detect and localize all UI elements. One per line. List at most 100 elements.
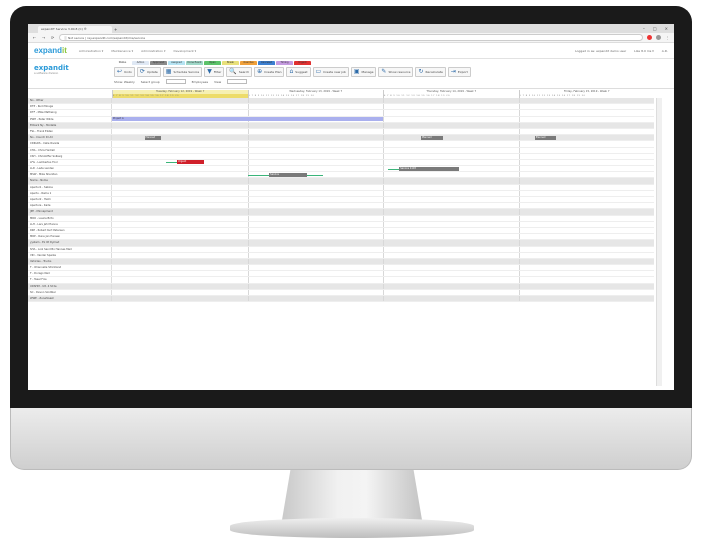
toolbar-button[interactable]: ✎ Show resource xyxy=(378,67,414,77)
timeline-cell[interactable] xyxy=(112,141,654,147)
user-setting[interactable]: Like 8.0 ms ▾ xyxy=(634,49,654,53)
resource-label: ECbark Ny - Modelle xyxy=(28,122,112,128)
timeline-cell[interactable] xyxy=(112,227,654,234)
status-tab[interactable]: Action xyxy=(132,61,149,65)
maximize-icon[interactable]: □ xyxy=(653,25,657,33)
profile-icon[interactable] xyxy=(656,35,661,40)
resource-rows: No - Other DTP - Rudi Mouga DTF - Mike Mat… xyxy=(28,98,654,303)
status-tab[interactable]: Open xyxy=(204,61,221,65)
timeline-cell[interactable] xyxy=(112,209,654,215)
day-divider xyxy=(247,104,249,110)
view-select[interactable]: View xyxy=(214,80,221,84)
timeline-cell[interactable] xyxy=(112,178,654,184)
toolbar-button[interactable]: 🔍 Search xyxy=(226,67,253,77)
resource-label: LFG - Lambertus Fool xyxy=(28,159,112,166)
timeline-cell[interactable] xyxy=(112,122,654,128)
timeline-cell[interactable] xyxy=(112,203,654,209)
day-divider xyxy=(247,184,249,190)
timeline-cell[interactable] xyxy=(112,277,654,283)
toolbar-button[interactable]: ↩ Undo xyxy=(114,67,135,77)
timeline-cell[interactable]: Service 4103 xyxy=(112,166,654,172)
group-select[interactable]: Select group xyxy=(141,80,160,84)
toolbar-button[interactable]: ▦ Schedule Service xyxy=(162,67,203,77)
employees-filter[interactable]: Employees xyxy=(192,80,208,84)
toolbar-button[interactable]: ⟳ Update xyxy=(136,67,161,77)
browser-menu-icon[interactable]: ⋮ xyxy=(665,35,670,40)
close-icon[interactable]: × xyxy=(665,25,668,33)
reload-icon[interactable]: ⟳ xyxy=(50,35,55,40)
toolbar-button[interactable]: ▼ Filter xyxy=(204,67,225,77)
toolbar-button-icon: 🔍 xyxy=(229,68,237,75)
timeline-cell[interactable] xyxy=(112,289,654,295)
timeline-cell[interactable] xyxy=(112,252,654,258)
group-row[interactable]: WWE - Zunahlsast xyxy=(28,296,654,303)
menu-item[interactable]: Development ▾ xyxy=(174,49,197,53)
toolbar-button[interactable]: ▭ Create new job xyxy=(312,67,349,77)
timeline-cell[interactable] xyxy=(112,296,654,302)
timeline-cell[interactable] xyxy=(112,283,654,289)
view-mode[interactable]: Show: Weekly xyxy=(114,80,135,84)
user-initials[interactable]: A.D. xyxy=(662,49,668,53)
toolbar-button[interactable]: ▣ Manage xyxy=(350,67,377,77)
timeline-cell[interactable] xyxy=(112,147,654,153)
view-select-box[interactable] xyxy=(227,79,248,84)
timeline-cell[interactable] xyxy=(112,110,654,116)
day-divider xyxy=(383,104,384,110)
status-tab[interactable]: Overdue xyxy=(240,61,257,65)
browser-tab[interactable]: expandIT Service 3.00.8 (C) ® xyxy=(38,26,112,33)
toolbar-button[interactable]: ⌂ Suggest xyxy=(286,67,311,77)
new-tab-button[interactable]: + xyxy=(114,27,122,33)
timeline-cell[interactable] xyxy=(112,184,654,190)
toolbar-button[interactable]: ⇥ Export xyxy=(447,67,471,77)
menu-item[interactable]: Administration ▾ xyxy=(79,49,103,53)
timeline-cell[interactable]: Project A xyxy=(112,116,654,122)
timeline-cell[interactable] xyxy=(112,153,654,159)
timeline-cell[interactable]: Service xyxy=(112,172,654,178)
status-tab[interactable]: Break xyxy=(222,61,239,65)
timeline-cell[interactable] xyxy=(112,221,654,227)
job-bar[interactable]: Planned xyxy=(144,135,161,140)
extension-icon[interactable] xyxy=(647,35,652,40)
minimize-icon[interactable]: – xyxy=(643,25,645,33)
status-tab[interactable]: Approved xyxy=(150,61,167,65)
job-bar[interactable]: Project A xyxy=(112,117,383,122)
timeline-cell[interactable] xyxy=(112,128,654,135)
timeline-cell[interactable] xyxy=(112,234,654,240)
group-select-box[interactable] xyxy=(165,79,186,84)
timeline-cell[interactable] xyxy=(112,104,654,110)
forward-icon[interactable]: → xyxy=(41,35,46,40)
timeline-cell[interactable] xyxy=(112,197,654,203)
timeline-cell[interactable] xyxy=(112,246,654,252)
menu-item[interactable]: Administration ▾ xyxy=(141,49,165,53)
day-divider xyxy=(247,209,249,215)
job-bar[interactable]: Planned xyxy=(534,135,557,140)
menu-item[interactable]: Maintenance ▾ xyxy=(111,49,133,53)
status-tab[interactable]: Assigned xyxy=(168,61,185,65)
status-tab[interactable]: Done Event xyxy=(186,61,203,65)
toolbar-button[interactable]: ↻ Recalculate xyxy=(415,67,446,77)
job-bar[interactable]: Service xyxy=(269,172,308,177)
timeline-cell[interactable]: Urgent xyxy=(112,159,654,166)
status-tab[interactable]: Urgent xyxy=(294,61,311,65)
toolbar-button[interactable]: ⊕ Create Plan xyxy=(254,67,285,77)
timeline-cell[interactable] xyxy=(112,215,654,221)
app-logo[interactable]: expandit xyxy=(34,46,67,55)
url-input[interactable]: ⓘ Not secure | ray.expandit.com/expandit… xyxy=(59,34,643,41)
timeline-cell[interactable]: Planned Planned Planned xyxy=(112,135,654,141)
back-icon[interactable]: ← xyxy=(32,35,37,40)
timeline-cell[interactable] xyxy=(112,240,654,246)
job-bar[interactable]: Urgent xyxy=(177,160,205,165)
job-bar[interactable]: Planned xyxy=(420,135,443,140)
day-divider xyxy=(518,258,520,265)
vertical-scrollbar[interactable] xyxy=(656,98,662,386)
timeline-cell[interactable] xyxy=(112,190,654,196)
timeline-cell[interactable] xyxy=(112,258,654,265)
timeline-cell[interactable] xyxy=(112,265,654,271)
status-tab[interactable]: Status xyxy=(114,61,131,65)
travel-line xyxy=(247,174,270,176)
status-tab[interactable]: Timing xyxy=(276,61,293,65)
timeline-cell[interactable] xyxy=(112,98,654,104)
status-tab[interactable]: Canceled xyxy=(258,61,275,65)
timeline-cell[interactable] xyxy=(112,271,654,277)
job-bar[interactable]: Service 4103 xyxy=(399,166,459,171)
